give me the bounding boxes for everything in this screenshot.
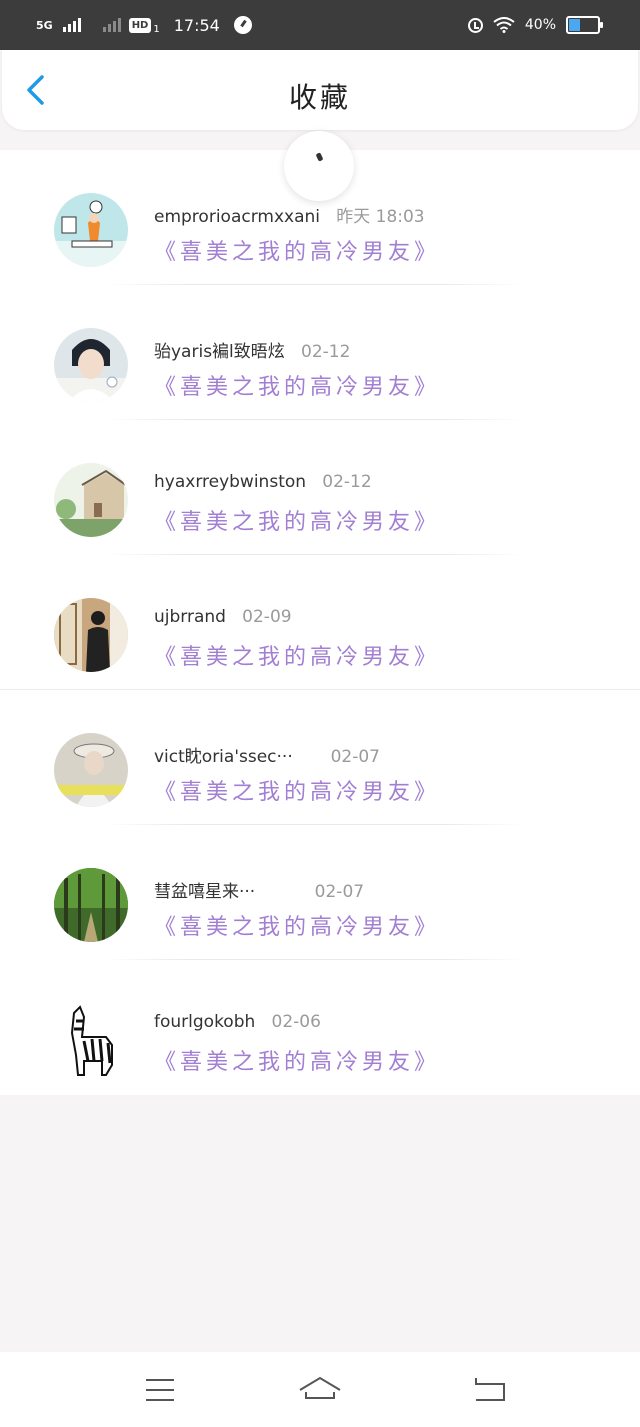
- username: emprorioacrmxxani 昨天 18:03: [154, 207, 425, 227]
- hd-sub: 1: [153, 23, 160, 35]
- user-avatar[interactable]: [54, 328, 128, 402]
- list-item[interactable]: 骀yaris褊l致晤炫 02-12 《喜美之我的高冷男友》: [0, 285, 640, 420]
- user-avatar[interactable]: [54, 598, 128, 672]
- home-icon[interactable]: [298, 1370, 342, 1410]
- timestamp: 02-07: [314, 882, 365, 902]
- book-title-link[interactable]: 《喜美之我的高冷男友》: [154, 504, 440, 536]
- user-avatar[interactable]: [54, 733, 128, 807]
- list-item[interactable]: vict眈oria'ssec··· 02-07 《喜美之我的高冷男友》: [0, 690, 640, 825]
- book-title-link[interactable]: 《喜美之我的高冷男友》: [154, 774, 440, 806]
- hd-icon: HD: [128, 17, 152, 33]
- battery-icon: [566, 16, 603, 34]
- list-item[interactable]: 彗盆嘻星来··· 02-07 《喜美之我的高冷男友》: [0, 825, 640, 960]
- network-type: 5G: [36, 18, 53, 32]
- username: fourlgokobh 02-06: [154, 1012, 321, 1032]
- book-title-link[interactable]: 《喜美之我的高冷男友》: [154, 909, 440, 941]
- book-title-link[interactable]: 《喜美之我的高冷男友》: [154, 369, 440, 401]
- username: ujbrrand 02-09: [154, 607, 292, 627]
- speedometer-icon: [233, 16, 252, 34]
- battery-percent: 40%: [524, 17, 556, 33]
- list-item[interactable]: fourlgokobh 02-06 《喜美之我的高冷男友》: [0, 960, 640, 1095]
- signal-2-icon: [102, 18, 121, 32]
- book-title-link[interactable]: 《喜美之我的高冷男友》: [154, 1044, 440, 1076]
- wifi-icon: [493, 17, 515, 33]
- signal-icon: [62, 18, 81, 32]
- timestamp: 02-12: [322, 472, 372, 492]
- timestamp: 02-07: [330, 747, 380, 767]
- username: 彗盆嘻星来··· 02-07: [154, 882, 365, 902]
- loading-spinner-icon: [284, 131, 354, 201]
- user-avatar[interactable]: [54, 1003, 128, 1077]
- timestamp: 02-06: [271, 1012, 321, 1032]
- favorites-list: emprorioacrmxxani 昨天 18:03 《喜美之我的高冷男友》 骀…: [0, 150, 640, 1095]
- book-title-link[interactable]: 《喜美之我的高冷男友》: [154, 639, 440, 671]
- book-title-link[interactable]: 《喜美之我的高冷男友》: [154, 234, 440, 266]
- timestamp: 02-09: [242, 607, 292, 627]
- username: 骀yaris褊l致晤炫 02-12: [154, 342, 351, 362]
- user-avatar[interactable]: [54, 868, 128, 942]
- alarm-icon: [467, 17, 483, 33]
- status-bar: 5G HD 1 17:54 40%: [0, 0, 640, 50]
- timestamp: 02-12: [301, 342, 351, 362]
- username: hyaxrreybwinston 02-12: [154, 472, 372, 492]
- username: vict眈oria'ssec··· 02-07: [154, 747, 380, 767]
- page-title: 收藏: [288, 81, 351, 114]
- system-nav-bar: [0, 1352, 640, 1427]
- list-item[interactable]: hyaxrreybwinston 02-12 《喜美之我的高冷男友》: [0, 420, 640, 555]
- user-avatar[interactable]: [54, 193, 128, 267]
- list-item[interactable]: ujbrrand 02-09 《喜美之我的高冷男友》: [0, 555, 640, 690]
- menu-icon[interactable]: [138, 1370, 182, 1410]
- app-header: 收藏: [2, 50, 638, 130]
- back-nav-icon[interactable]: [468, 1370, 512, 1410]
- timestamp: 昨天 18:03: [336, 207, 425, 227]
- clock: 17:54: [173, 15, 220, 35]
- user-avatar[interactable]: [54, 463, 128, 537]
